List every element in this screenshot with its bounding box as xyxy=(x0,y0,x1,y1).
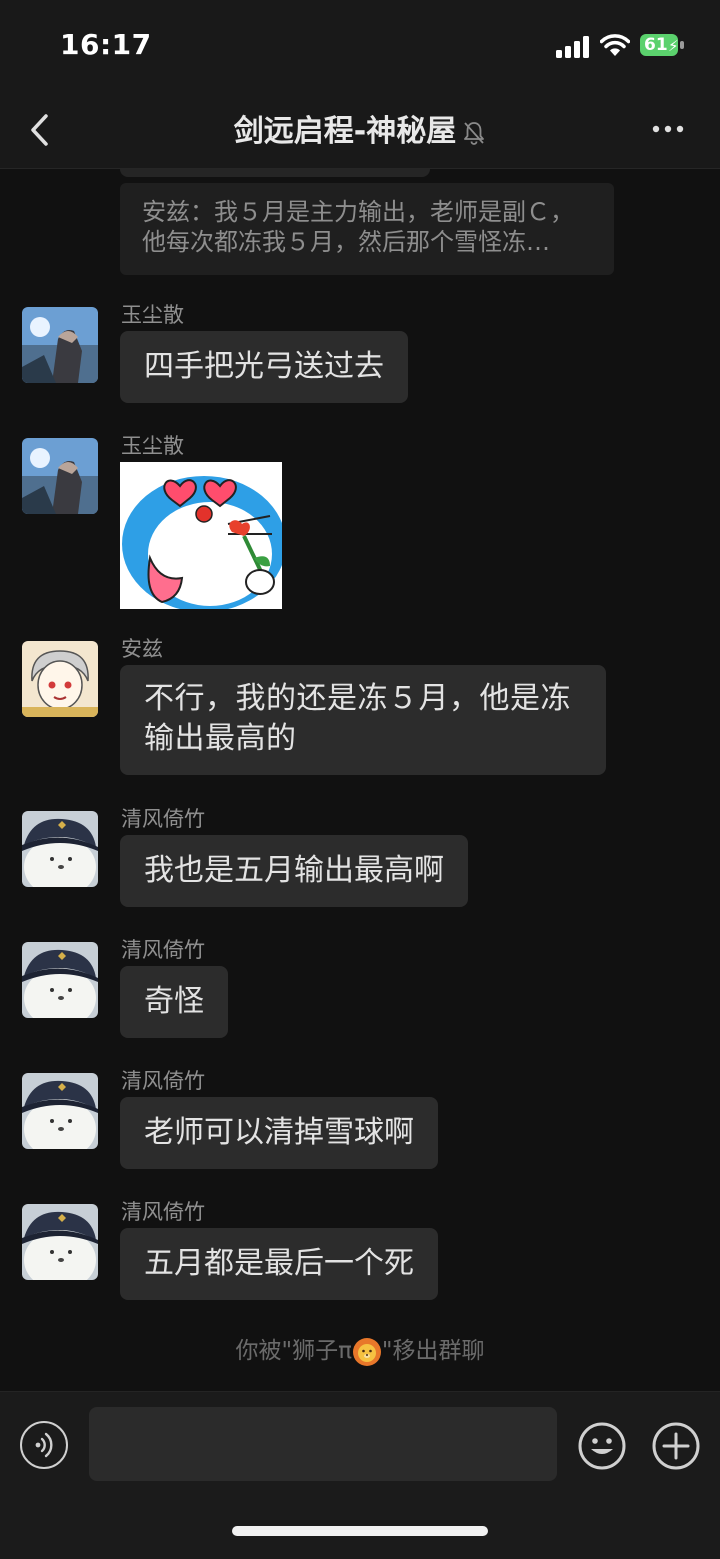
wifi-icon xyxy=(600,34,630,56)
ellipsis-icon[interactable] xyxy=(648,114,688,144)
bear-in-cap-avatar-icon xyxy=(22,811,98,887)
bear-in-cap-avatar-icon xyxy=(22,942,98,1018)
avatar[interactable] xyxy=(22,1073,98,1149)
message-bubble[interactable]: 奇怪 xyxy=(120,966,228,1038)
quoted-message[interactable]: 安兹：我５月是主力输出，老师是副Ｃ，他每次都冻我５月，然后那个雪怪冻… xyxy=(120,183,614,275)
doraemon-sticker-icon xyxy=(120,462,286,612)
chat-title: 剑远启程-神秘屋 xyxy=(233,114,457,149)
message-bubble[interactable]: 五月都是最后一个死 xyxy=(120,1228,438,1300)
system-notice-text-before: 你被"狮子π xyxy=(235,1338,352,1364)
voice-icon xyxy=(35,1432,53,1458)
bear-in-cap-avatar-icon xyxy=(22,1073,98,1149)
sender-name: 清风倚竹 xyxy=(121,938,205,962)
plus-circle-icon[interactable] xyxy=(651,1421,701,1471)
status-bar: 16:17 61 ⚡ xyxy=(0,0,720,92)
sender-name: 清风倚竹 xyxy=(121,1200,205,1224)
anime-boy-avatar-icon xyxy=(22,641,98,717)
smiley-icon[interactable] xyxy=(577,1421,627,1471)
landscape-avatar-icon xyxy=(22,307,98,383)
avatar[interactable] xyxy=(22,307,98,383)
charging-bolt-icon: ⚡ xyxy=(668,37,679,55)
lion-face-icon xyxy=(352,1337,381,1366)
system-notice-text-after: "移出群聊 xyxy=(381,1338,485,1364)
home-indicator[interactable] xyxy=(232,1526,488,1536)
sender-name: 玉尘散 xyxy=(121,303,184,327)
voice-button[interactable] xyxy=(20,1421,68,1469)
message-list[interactable]: 安兹：我５月是主力输出，老师是副Ｃ，他每次都冻我５月，然后那个雪怪冻… 玉尘散 … xyxy=(0,169,720,1391)
sender-name: 玉尘散 xyxy=(121,434,184,458)
avatar[interactable] xyxy=(22,438,98,514)
previous-message-bubble xyxy=(120,169,430,177)
sender-name: 清风倚竹 xyxy=(121,807,205,831)
avatar[interactable] xyxy=(22,942,98,1018)
sender-name: 清风倚竹 xyxy=(121,1069,205,1093)
avatar[interactable] xyxy=(22,811,98,887)
chat-header: 剑远启程-神秘屋 xyxy=(0,92,720,169)
message-bubble[interactable]: 老师可以清掉雪球啊 xyxy=(120,1097,438,1169)
message-bubble[interactable]: 我也是五月输出最高啊 xyxy=(120,835,468,907)
status-time: 16:17 xyxy=(60,28,152,61)
cellular-signal-icon xyxy=(556,36,589,58)
input-bar xyxy=(0,1391,720,1559)
chat-title-row[interactable]: 剑远启程-神秘屋 xyxy=(0,106,720,150)
message-input[interactable] xyxy=(89,1407,557,1481)
sender-name: 安兹 xyxy=(121,637,163,661)
mute-bell-icon xyxy=(464,121,485,145)
battery-indicator: 61 ⚡ xyxy=(640,34,686,58)
bear-in-cap-avatar-icon xyxy=(22,1204,98,1280)
sticker-image[interactable] xyxy=(120,462,286,612)
system-notice: 你被"狮子π "移出群聊 xyxy=(0,1331,720,1367)
avatar[interactable] xyxy=(22,641,98,717)
battery-cap xyxy=(680,41,684,49)
landscape-avatar-icon xyxy=(22,438,98,514)
message-bubble[interactable]: 不行，我的还是冻５月，他是冻输出最高的 xyxy=(120,665,606,775)
avatar[interactable] xyxy=(22,1204,98,1280)
message-bubble[interactable]: 四手把光弓送过去 xyxy=(120,331,408,403)
